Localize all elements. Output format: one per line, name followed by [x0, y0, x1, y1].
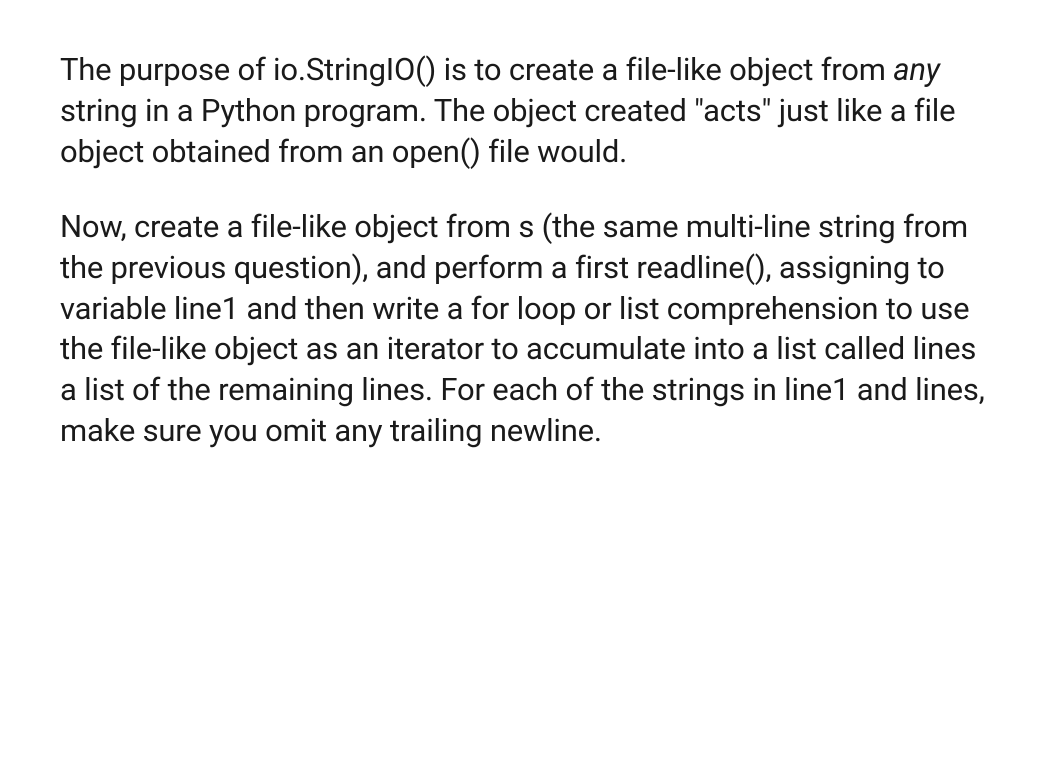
italic-text: any [893, 51, 940, 88]
paragraph-1: The purpose of io.StringIO() is to creat… [60, 50, 989, 173]
paragraph-2: Now, create a file-like object from s (t… [60, 207, 989, 452]
text-segment: string in a Python program. The object c… [60, 92, 955, 170]
text-segment: The purpose of io.StringIO() is to creat… [60, 51, 893, 88]
text-segment: Now, create a file-like object from s (t… [60, 208, 985, 450]
